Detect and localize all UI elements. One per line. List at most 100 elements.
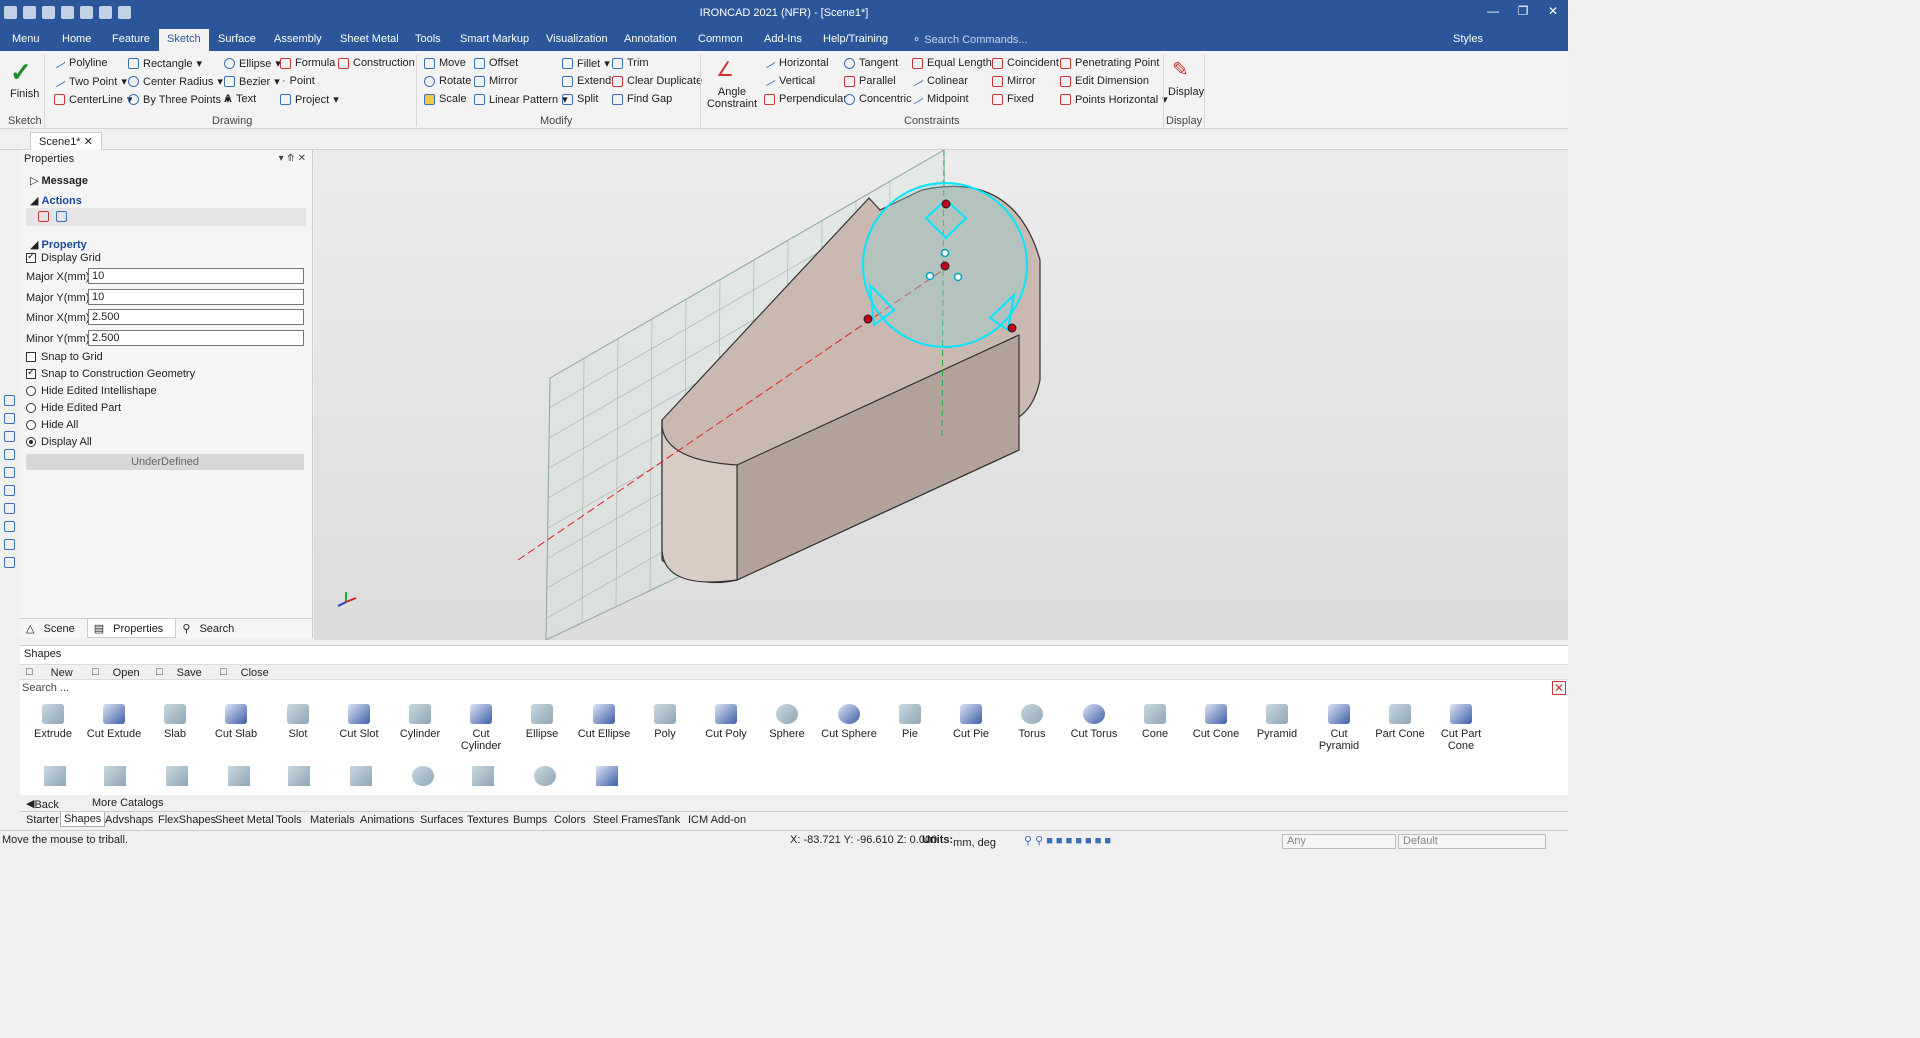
tab-add-ins[interactable]: Add-Ins xyxy=(764,33,802,45)
snap-construction-checkbox[interactable]: Snap to Construction Geometry xyxy=(26,367,195,380)
tab-sheet-metal[interactable]: Sheet Metal xyxy=(340,33,399,45)
shape-thumbnail[interactable] xyxy=(44,766,66,786)
shape-thumbnail[interactable] xyxy=(104,766,126,786)
shape-thumbnail[interactable] xyxy=(534,766,556,786)
shape-item-cut-slab[interactable]: Cut Slab xyxy=(206,704,266,740)
style-dropdown[interactable]: Default xyxy=(1398,834,1546,849)
save-button[interactable]: □ Save xyxy=(156,666,202,679)
point-button[interactable]: · Point xyxy=(282,75,315,87)
radio-hide-edited-intellishape[interactable]: Hide Edited Intellishape xyxy=(26,385,157,397)
equal-length-button[interactable]: Equal Length xyxy=(912,57,992,69)
split-button[interactable]: Split xyxy=(562,93,598,105)
shape-item-cut-cylinder[interactable]: Cut Cylinder xyxy=(451,704,511,752)
close-icon[interactable]: ✕ xyxy=(84,136,93,148)
concentric-button[interactable]: Concentric xyxy=(844,93,912,105)
clear-search-icon[interactable]: ✕ xyxy=(1552,681,1566,695)
rotate-button[interactable]: Rotate xyxy=(424,75,471,87)
tab-sketch[interactable]: Sketch xyxy=(159,29,209,51)
catalog-tab-animations[interactable]: Animations xyxy=(360,814,414,826)
tool-icon[interactable] xyxy=(4,467,15,478)
shape-item-ellipse[interactable]: Ellipse xyxy=(512,704,572,740)
tab-scene1[interactable]: Scene1* ✕ xyxy=(30,132,102,150)
back-button[interactable]: ◀ Back xyxy=(26,797,59,811)
penetrating-point-button[interactable]: Penetrating Point xyxy=(1060,57,1159,69)
tangent-button[interactable]: Tangent xyxy=(844,57,898,69)
shape-item-cut-pie[interactable]: Cut Pie xyxy=(941,704,1001,740)
tab-menu[interactable]: Menu xyxy=(12,33,40,45)
open-button[interactable]: □ Open xyxy=(92,666,140,679)
shape-item-cut-torus[interactable]: Cut Torus xyxy=(1064,704,1124,740)
perpendicular-button[interactable]: Perpendicular xyxy=(764,93,847,105)
polyline-button[interactable]: Polyline xyxy=(53,57,108,69)
tool-icon[interactable] xyxy=(4,413,15,424)
catalog-tab-textures[interactable]: Textures xyxy=(467,814,509,826)
catalog-tab-icm-add-on[interactable]: ICM Add-on xyxy=(688,814,746,826)
shape-item-part-cone[interactable]: Part Cone xyxy=(1370,704,1430,740)
tab-common[interactable]: Common xyxy=(698,33,743,45)
shape-thumbnail[interactable] xyxy=(472,766,494,786)
tool-icon[interactable] xyxy=(4,521,15,532)
clear-duplicate-button[interactable]: Clear Duplicate xyxy=(612,75,702,87)
two-point-button[interactable]: Two Point ▾ xyxy=(53,75,127,88)
shape-item-pie[interactable]: Pie xyxy=(880,704,940,740)
catalog-tab-advshaps[interactable]: Advshaps xyxy=(105,814,153,826)
tab-scene[interactable]: △ Scene xyxy=(20,619,87,638)
tool-icon[interactable] xyxy=(4,539,15,550)
shape-item-poly[interactable]: Poly xyxy=(635,704,695,740)
display-grid-checkbox[interactable]: Display Grid xyxy=(26,251,101,264)
shape-item-cut-part-cone[interactable]: Cut Part Cone xyxy=(1431,704,1491,752)
tab-visualization[interactable]: Visualization xyxy=(546,33,608,45)
tab-surface[interactable]: Surface xyxy=(218,33,256,45)
catalog-search-input[interactable]: Search ... xyxy=(22,682,69,694)
vertical-button[interactable]: Vertical xyxy=(763,75,815,87)
shape-item-cut-extude[interactable]: Cut Extude xyxy=(84,704,144,740)
tab-feature[interactable]: Feature xyxy=(112,33,150,45)
formula-button[interactable]: Formula xyxy=(280,57,335,69)
tab-home[interactable]: Home xyxy=(62,33,91,45)
tool-icon[interactable] xyxy=(4,395,15,406)
mirror-button[interactable]: Mirror xyxy=(474,75,518,87)
horizontal-button[interactable]: Horizontal xyxy=(763,57,829,69)
points-horizontal-button[interactable]: Points Horizontal ▾ xyxy=(1060,93,1168,106)
radio-display-all[interactable]: Display All xyxy=(26,436,92,448)
tool-icon[interactable] xyxy=(4,503,15,514)
bezier-button[interactable]: Bezier ▾ xyxy=(224,75,280,88)
shape-thumbnail[interactable] xyxy=(288,766,310,786)
tab-help-training[interactable]: Help/Training xyxy=(823,33,888,45)
extend-button[interactable]: Extend xyxy=(562,75,611,87)
table-icon[interactable] xyxy=(56,211,67,222)
styles-dropdown[interactable]: Styles xyxy=(1453,33,1483,45)
offset-button[interactable]: Offset xyxy=(474,57,518,69)
shape-item-cut-poly[interactable]: Cut Poly xyxy=(696,704,756,740)
by-three-points-button[interactable]: By Three Points ▾ xyxy=(128,93,231,106)
find-gap-button[interactable]: Find Gap xyxy=(612,93,672,105)
ellipse-button[interactable]: Ellipse ▾ xyxy=(224,57,281,70)
catalog-tab-colors[interactable]: Colors xyxy=(554,814,586,826)
radio-hide-all[interactable]: Hide All xyxy=(26,419,78,431)
shape-item-cut-cone[interactable]: Cut Cone xyxy=(1186,704,1246,740)
mirror-constraint-button[interactable]: Mirror xyxy=(992,75,1036,87)
tab-assembly[interactable]: Assembly xyxy=(274,33,322,45)
catalog-tab-sheet-metal[interactable]: Sheet Metal xyxy=(215,814,274,826)
coincident-button[interactable]: Coincident xyxy=(992,57,1059,69)
fixed-button[interactable]: Fixed xyxy=(992,93,1034,105)
move-button[interactable]: Move xyxy=(424,57,466,69)
search-commands-input[interactable]: ⚬ Search Commands... xyxy=(912,33,1028,46)
shape-thumbnail[interactable] xyxy=(228,766,250,786)
trim-button[interactable]: Trim xyxy=(612,57,649,69)
shape-item-cut-ellipse[interactable]: Cut Ellipse xyxy=(574,704,634,740)
shape-item-pyramid[interactable]: Pyramid xyxy=(1247,704,1307,740)
view-tools-icon[interactable]: ⚲ ⚲ ■ ■ ■ ■ ■ ■ ■ xyxy=(1024,834,1111,847)
major-x-input[interactable]: 10 xyxy=(88,268,304,284)
tab-search[interactable]: ⚲ Search xyxy=(176,619,246,638)
tool-icon[interactable] xyxy=(4,449,15,460)
dropdown-icon[interactable]: ▾ xyxy=(279,153,284,164)
rectangle-button[interactable]: Rectangle ▾ xyxy=(128,57,202,70)
more-catalogs-button[interactable]: More Catalogs xyxy=(92,797,164,809)
shape-item-slab[interactable]: Slab xyxy=(145,704,205,740)
shape-thumbnail[interactable] xyxy=(166,766,188,786)
linear-pattern-button[interactable]: Linear Pattern ▾ xyxy=(474,93,568,106)
edit-icon[interactable] xyxy=(38,211,49,222)
pin-icon[interactable]: ⤊ xyxy=(286,153,294,164)
catalog-tab-surfaces[interactable]: Surfaces xyxy=(420,814,463,826)
